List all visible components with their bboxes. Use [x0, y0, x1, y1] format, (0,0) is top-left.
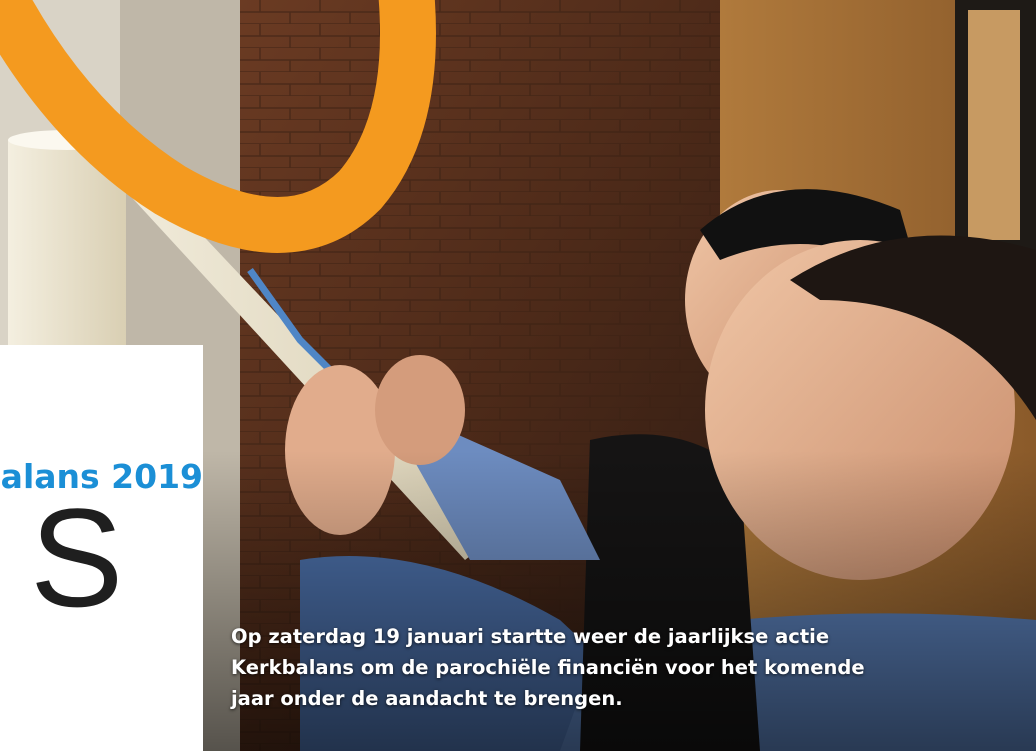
photo-caption: Op zaterdag 19 januari startte weer de j…: [231, 625, 865, 710]
hero-banner: Kerkbalans 2019 S Op zaterdag 19 januari…: [0, 0, 1036, 751]
headline-letter: S: [30, 488, 124, 636]
